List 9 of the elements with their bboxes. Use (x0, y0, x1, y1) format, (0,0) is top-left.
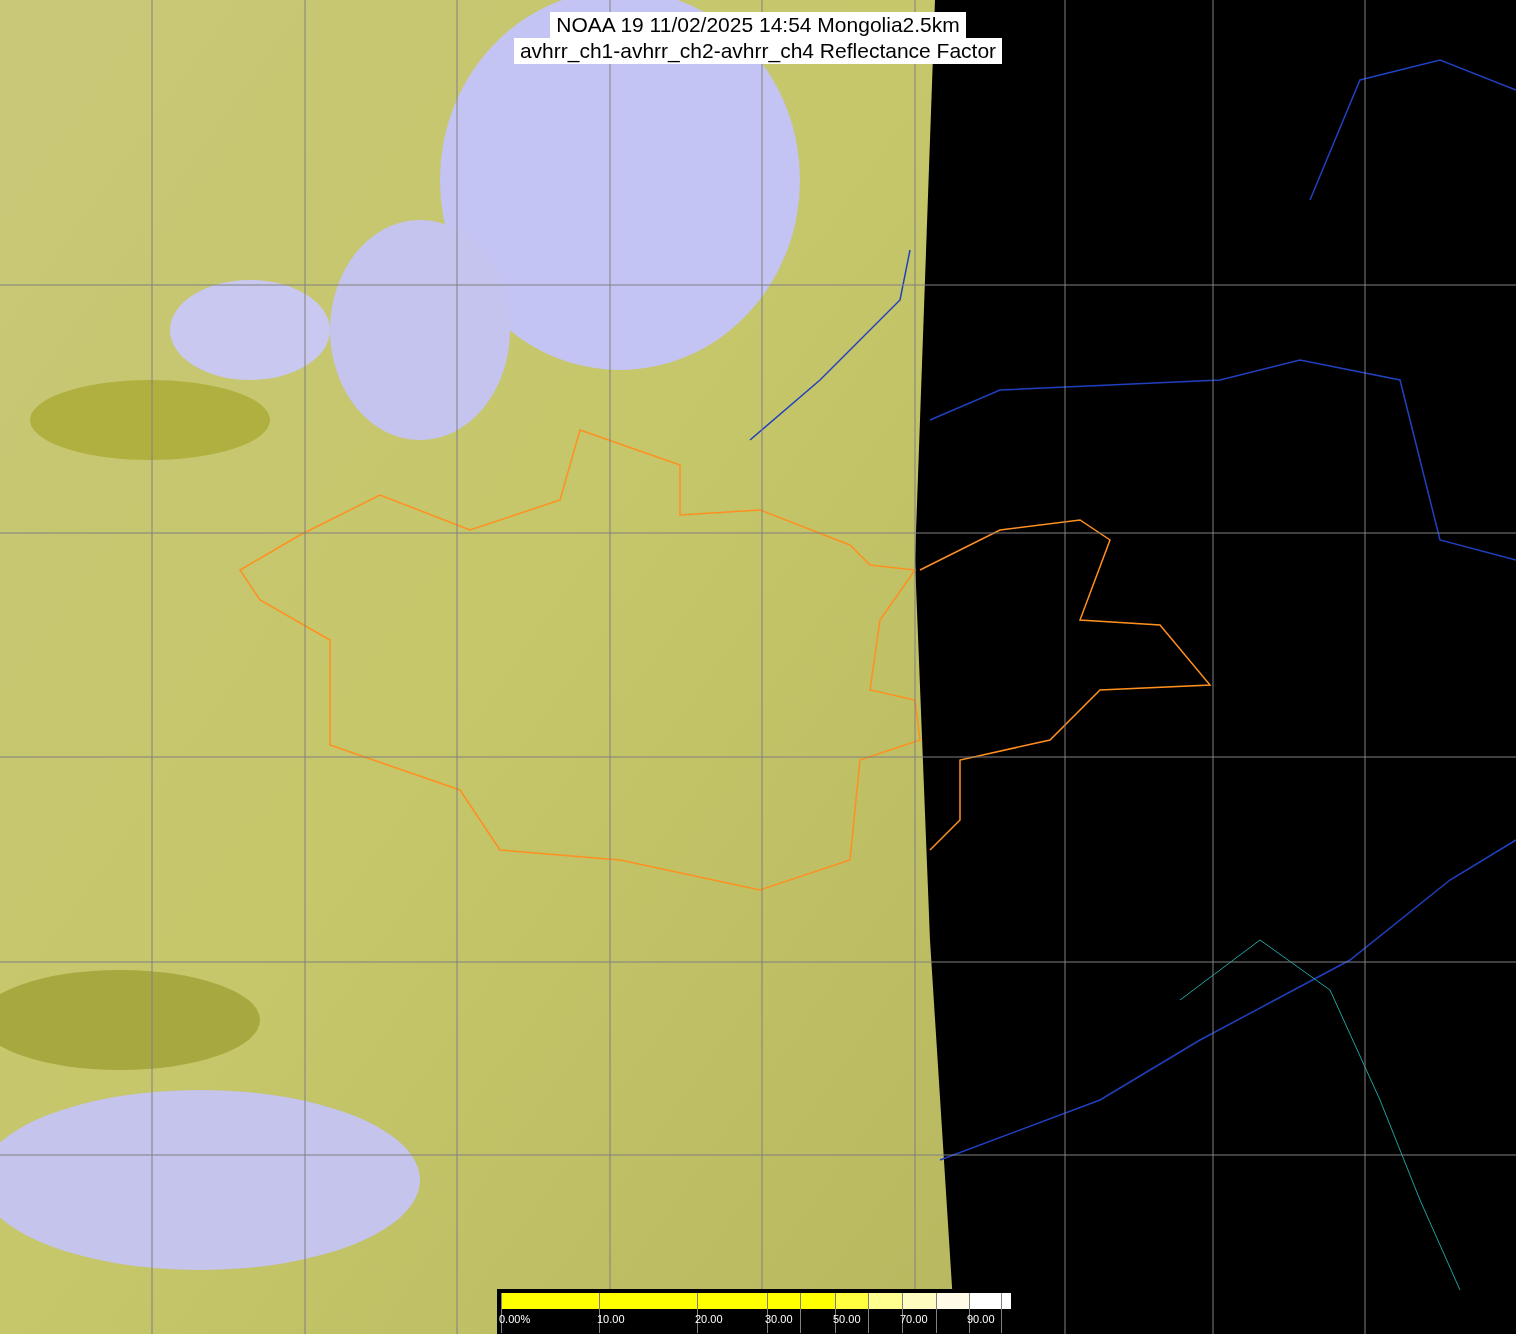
scale-label: 90.00 (967, 1313, 995, 1325)
scale-label: 50.00 (833, 1313, 861, 1325)
scale-label: 30.00 (765, 1313, 793, 1325)
map-title: NOAA 19 11/02/2025 14:54 Mongolia2.5km (550, 12, 966, 38)
scale-label: 0.00% (499, 1313, 531, 1325)
scale-label: 20.00 (695, 1313, 723, 1325)
scale-label: 10.00 (597, 1313, 625, 1325)
map-title: avhrr_ch1-avhrr_ch2-avhrr_ch4 Reflectance Factor (513, 38, 1003, 64)
scale-label: 70.00 (900, 1313, 928, 1325)
